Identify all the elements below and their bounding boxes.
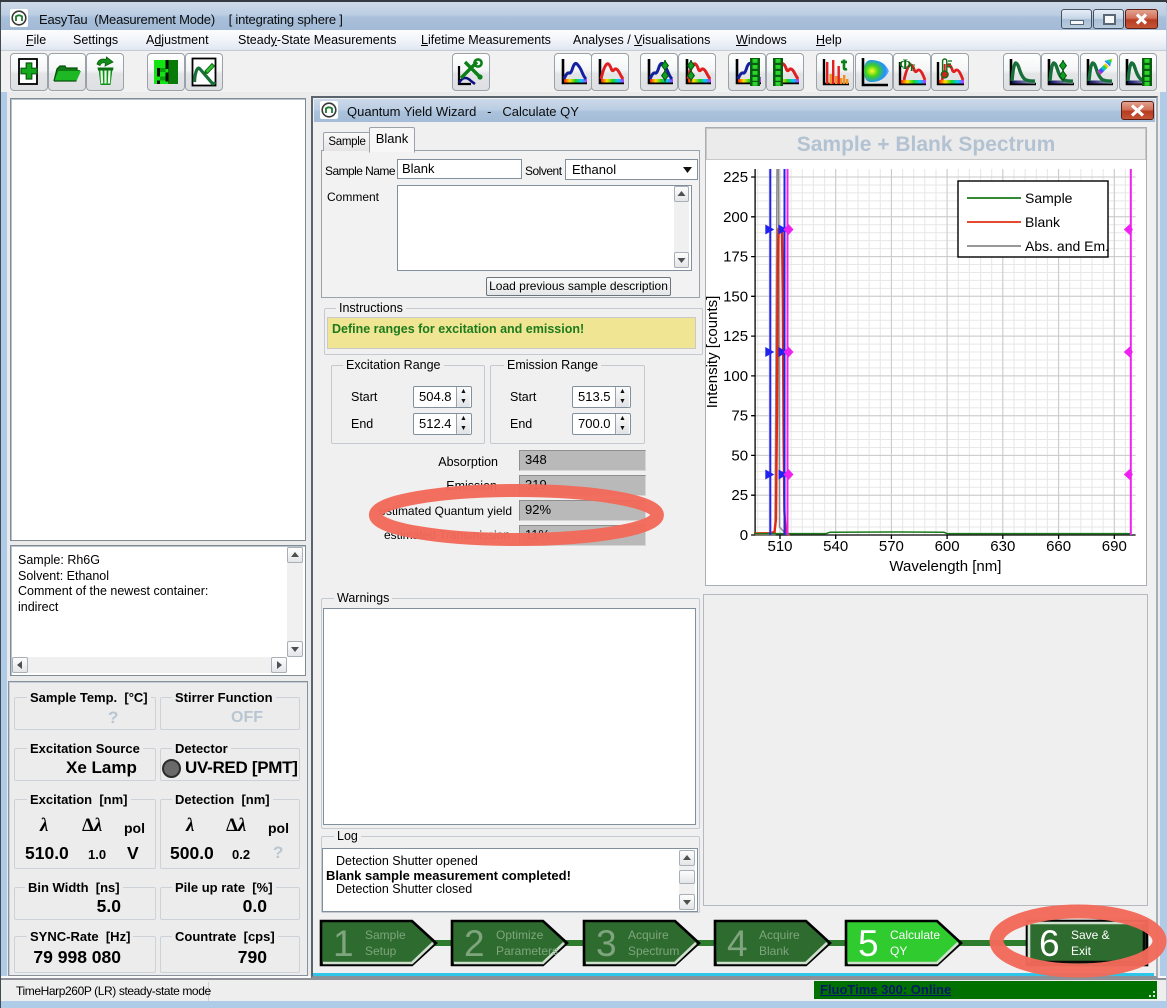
svg-text:Acquire: Acquire bbox=[759, 928, 800, 942]
svg-text:Setup: Setup bbox=[365, 944, 397, 958]
svg-text:4: 4 bbox=[727, 923, 748, 964]
svg-text:Acquire: Acquire bbox=[628, 928, 669, 942]
svg-text:125: 125 bbox=[723, 328, 748, 345]
svg-text:570: 570 bbox=[879, 538, 904, 555]
svg-text:510: 510 bbox=[767, 538, 792, 555]
svg-text:Sample + Blank Spectrum: Sample + Blank Spectrum bbox=[797, 133, 1056, 156]
svg-text:Sample: Sample bbox=[365, 928, 406, 942]
svg-text:F: F bbox=[910, 63, 916, 73]
svg-text:660: 660 bbox=[1046, 538, 1071, 555]
svg-text:75: 75 bbox=[731, 408, 748, 425]
svg-text:200: 200 bbox=[723, 209, 748, 226]
svg-text:50: 50 bbox=[731, 447, 748, 464]
svg-text:2: 2 bbox=[464, 923, 485, 964]
svg-text:25: 25 bbox=[731, 487, 748, 504]
svg-text:5: 5 bbox=[858, 923, 879, 964]
svg-text:Wavelength [nm]: Wavelength [nm] bbox=[889, 558, 1001, 575]
svg-text:QY: QY bbox=[890, 944, 907, 958]
svg-text:Parameters: Parameters bbox=[496, 944, 558, 958]
svg-text:690: 690 bbox=[1102, 538, 1127, 555]
svg-text:6: 6 bbox=[1039, 923, 1060, 964]
svg-text:Save &: Save & bbox=[1071, 928, 1110, 942]
svg-text:600: 600 bbox=[935, 538, 960, 555]
svg-text:Exit: Exit bbox=[1071, 944, 1092, 958]
svg-text:Blank: Blank bbox=[1025, 214, 1061, 230]
svg-text:540: 540 bbox=[823, 538, 848, 555]
svg-text:Abs. and Em.: Abs. and Em. bbox=[1025, 238, 1109, 254]
svg-text:Optimize: Optimize bbox=[496, 928, 544, 942]
svg-text:225: 225 bbox=[723, 169, 748, 186]
svg-text:175: 175 bbox=[723, 249, 748, 266]
svg-text:630: 630 bbox=[990, 538, 1015, 555]
svg-text:1: 1 bbox=[333, 923, 354, 964]
svg-text:Spectrum: Spectrum bbox=[628, 944, 679, 958]
svg-text:100: 100 bbox=[723, 368, 748, 385]
svg-text:150: 150 bbox=[723, 288, 748, 305]
svg-text:Calculate: Calculate bbox=[890, 928, 940, 942]
svg-text:Sample: Sample bbox=[1025, 190, 1073, 206]
svg-text:Intensity [counts]: Intensity [counts] bbox=[705, 296, 721, 409]
svg-text:0: 0 bbox=[740, 527, 748, 544]
svg-text:Blank: Blank bbox=[759, 944, 790, 958]
svg-text:3: 3 bbox=[596, 923, 617, 964]
